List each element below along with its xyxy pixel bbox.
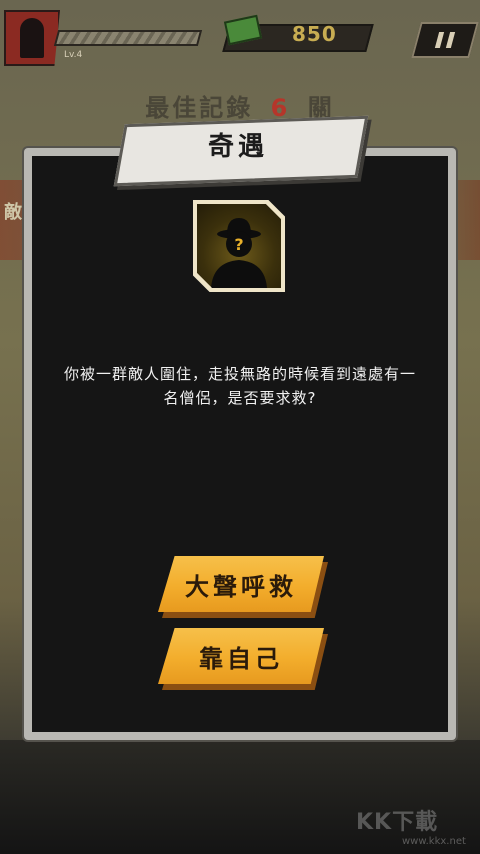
story-line-1: 你被一群敵人圍住，走投無路的時候看到遠處有一 bbox=[63, 365, 416, 383]
cash-value: 850 bbox=[292, 22, 337, 46]
call-for-help-button[interactable]: 大聲呼救 bbox=[158, 556, 324, 612]
player-silhouette-icon bbox=[20, 18, 44, 58]
pause-icon bbox=[434, 32, 445, 48]
rely-on-self-button[interactable]: 靠自己 bbox=[158, 628, 324, 684]
experience-bar bbox=[53, 30, 203, 46]
call-for-help-label: 大聲呼救 bbox=[185, 572, 297, 601]
top-hud: Lv.4 850 bbox=[0, 0, 480, 70]
watermark-logo: KK下載 bbox=[356, 810, 439, 835]
pause-icon bbox=[445, 32, 456, 48]
player-level: Lv.4 bbox=[64, 50, 83, 60]
background-side-text: 敵 bbox=[4, 202, 22, 223]
dialog-title: 奇遇 bbox=[207, 132, 268, 162]
silhouette-graphic: ? bbox=[211, 218, 267, 288]
best-record-label: 最佳記錄 bbox=[145, 94, 254, 122]
rely-on-self-label: 靠自己 bbox=[199, 644, 283, 673]
watermark-url: www.kkx.net bbox=[402, 836, 466, 847]
player-avatar[interactable] bbox=[4, 10, 60, 66]
story-line-2: 名僧侶，是否要求救? bbox=[163, 389, 317, 407]
encounter-story: 你被一群敵人圍住，走投無路的時候看到遠處有一 名僧侶，是否要求救? bbox=[50, 362, 430, 410]
best-record: 最佳記錄 6 關 bbox=[0, 88, 480, 123]
pause-button[interactable] bbox=[411, 22, 479, 58]
mystery-person-icon: ? bbox=[197, 204, 281, 288]
svg-text:?: ? bbox=[234, 235, 243, 254]
